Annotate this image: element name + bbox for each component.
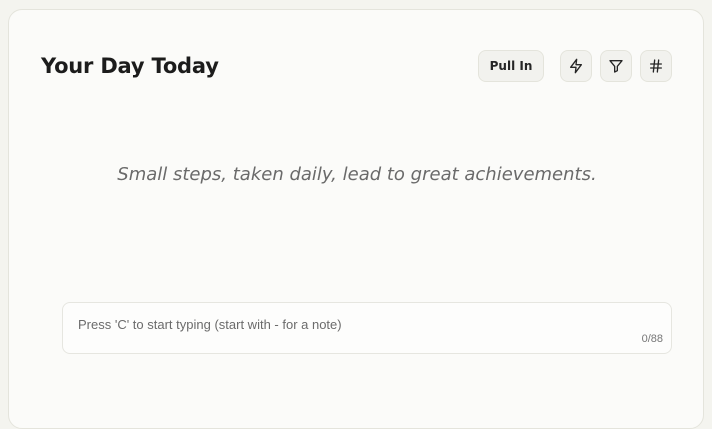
task-input[interactable] (78, 317, 618, 339)
lightning-icon (568, 58, 584, 74)
filter-button[interactable] (600, 50, 632, 82)
composer: 0/88 (62, 302, 672, 354)
pull-in-button[interactable]: Pull In (478, 50, 544, 82)
motivational-quote: Small steps, taken daily, lead to great … (117, 164, 597, 185)
hashtag-icon (648, 58, 664, 74)
tags-button[interactable] (640, 50, 672, 82)
filter-icon (608, 58, 624, 74)
day-card: Your Day Today Pull In Small steps, take… (8, 9, 704, 429)
quick-action-button[interactable] (560, 50, 592, 82)
character-counter: 0/88 (641, 333, 663, 345)
page-title: Your Day Today (41, 54, 219, 78)
